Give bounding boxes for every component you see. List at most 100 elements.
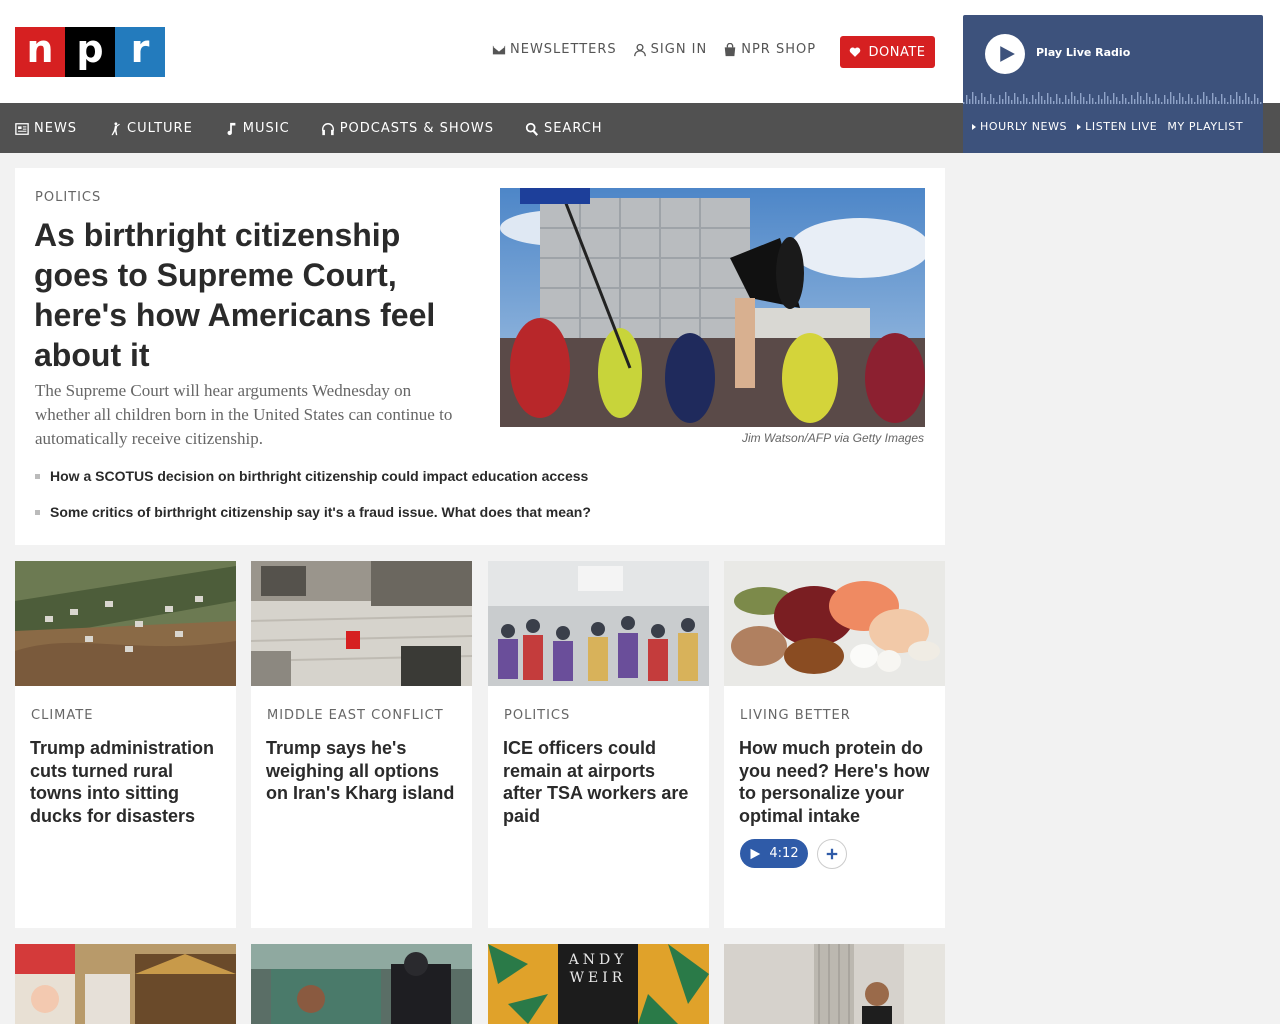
nav-news[interactable]: NEWS xyxy=(15,121,77,136)
sign-in-label: SIGN IN xyxy=(650,42,708,57)
waveform-bar xyxy=(1053,101,1055,104)
waveform-bar xyxy=(1086,101,1088,104)
story-image[interactable]: ANDY WEIR xyxy=(488,944,709,1024)
story-image[interactable] xyxy=(251,944,472,1024)
waveform-bar xyxy=(1011,100,1013,104)
waveform-bar xyxy=(1254,94,1256,104)
waveform-bar xyxy=(1071,92,1073,104)
main-nav: NEWS CULTURE MUSIC PODCASTS & SHOWS SEAR… xyxy=(0,103,963,153)
envelope-icon xyxy=(492,45,506,54)
nav-culture-label: CULTURE xyxy=(127,121,193,136)
sign-in-link[interactable]: SIGN IN xyxy=(633,42,708,57)
waveform-bar xyxy=(999,95,1001,104)
waveform-bar xyxy=(1164,95,1166,104)
waveform-bar xyxy=(1065,95,1067,104)
waveform-bar xyxy=(1038,92,1040,104)
waveform-bar xyxy=(963,102,965,104)
heart-icon xyxy=(850,47,861,57)
my-playlist-link[interactable]: MY PLAYLIST xyxy=(1167,120,1243,133)
waveform-bar xyxy=(1098,95,1100,104)
story-title[interactable]: Trump says he's weighing all options on … xyxy=(266,737,461,805)
waveform-bar xyxy=(1077,100,1079,104)
play-audio-button[interactable]: 4:12 xyxy=(740,839,808,868)
waveform-bar xyxy=(1194,102,1196,104)
waveform-bar xyxy=(1185,101,1187,104)
waveform-bar xyxy=(1167,99,1169,104)
waveform-bar xyxy=(1179,93,1181,104)
story-image[interactable] xyxy=(251,561,472,686)
waveform-bar xyxy=(1128,102,1130,104)
donate-button[interactable]: DONATE xyxy=(840,36,935,68)
add-to-playlist-button[interactable] xyxy=(817,839,847,869)
play-live-radio-button[interactable] xyxy=(985,34,1025,74)
story-slug[interactable]: POLITICS xyxy=(504,708,570,723)
story-slug[interactable]: MIDDLE EAST CONFLICT xyxy=(267,708,444,723)
story-title[interactable]: ICE officers could remain at airports af… xyxy=(503,737,698,827)
hourly-news-link[interactable]: HOURLY NEWS xyxy=(972,120,1067,133)
waveform-bar xyxy=(984,97,986,104)
story-image[interactable] xyxy=(488,561,709,686)
waveform-bar xyxy=(1056,94,1058,104)
shopping-bag-icon xyxy=(724,42,736,56)
waveform-bar xyxy=(966,95,968,104)
listen-live-link[interactable]: LISTEN LIVE xyxy=(1077,120,1157,133)
story-image[interactable] xyxy=(724,944,945,1024)
nav-search[interactable]: SEARCH xyxy=(525,121,603,136)
waveform-bar xyxy=(1242,100,1244,104)
waveform-bar xyxy=(1122,94,1124,104)
waveform-bar xyxy=(1104,92,1106,104)
music-note-icon xyxy=(227,122,236,135)
waveform-bar xyxy=(1236,92,1238,104)
dancer-icon xyxy=(111,121,120,135)
waveform-bar xyxy=(1002,99,1004,104)
story-image[interactable] xyxy=(15,561,236,686)
hourly-news-label: HOURLY NEWS xyxy=(980,120,1068,133)
waveform-bar xyxy=(1257,98,1259,104)
story-image[interactable] xyxy=(724,561,945,686)
waveform-bar xyxy=(1131,95,1133,104)
story-slug[interactable]: LIVING BETTER xyxy=(740,708,851,723)
waveform-bar xyxy=(1191,98,1193,104)
play-live-radio-label[interactable]: Play Live Radio xyxy=(1036,46,1130,59)
featured-headline[interactable]: As birthright citizenship goes to Suprem… xyxy=(34,215,454,375)
waveform-bar xyxy=(1251,101,1253,104)
related-link[interactable]: How a SCOTUS decision on birthright citi… xyxy=(35,468,591,484)
nav-news-label: NEWS xyxy=(34,121,78,136)
waveform-bar xyxy=(1203,92,1205,104)
waveform-bar xyxy=(1110,100,1112,104)
story-image[interactable] xyxy=(15,944,236,1024)
waveform-bar xyxy=(987,101,989,104)
featured-slug[interactable]: POLITICS xyxy=(35,190,101,205)
waveform-bar xyxy=(1197,95,1199,104)
related-link-text[interactable]: How a SCOTUS decision on birthright citi… xyxy=(50,468,588,484)
npr-shop-link[interactable]: NPR SHOP xyxy=(723,42,816,57)
waveform-bar xyxy=(1074,96,1076,104)
nav-culture[interactable]: CULTURE xyxy=(108,121,193,136)
svg-text:ANDY: ANDY xyxy=(568,952,628,968)
waveform-bar xyxy=(1095,102,1097,104)
audio-duration: 4:12 xyxy=(769,846,799,861)
featured-photo[interactable] xyxy=(500,188,925,427)
waveform-bar xyxy=(1137,92,1139,104)
newsletters-link[interactable]: NEWSLETTERS xyxy=(492,42,617,57)
waveform-bar xyxy=(1044,100,1046,104)
story-slug[interactable]: CLIMATE xyxy=(31,708,93,723)
waveform-bar xyxy=(1176,100,1178,104)
nav-music[interactable]: MUSIC xyxy=(224,121,290,136)
waveform-bar xyxy=(1155,94,1157,104)
play-triangle-icon xyxy=(972,123,976,130)
search-icon xyxy=(525,122,538,136)
related-link-text[interactable]: Some critics of birthright citizenship s… xyxy=(50,504,591,520)
story-card: POLITICS ICE officers could remain at ai… xyxy=(488,561,709,928)
story-title[interactable]: How much protein do you need? Here's how… xyxy=(739,737,934,827)
waveform-bar xyxy=(1062,102,1064,104)
story-title[interactable]: Trump administration cuts turned rural t… xyxy=(30,737,225,827)
waveform-bar xyxy=(1014,93,1016,104)
waveform-bar xyxy=(1092,98,1094,104)
npr-logo[interactable]: n p r xyxy=(15,27,165,77)
related-link[interactable]: Some critics of birthright citizenship s… xyxy=(35,504,591,520)
waveform-bar xyxy=(1035,99,1037,104)
waveform-bar xyxy=(1218,101,1220,104)
waveform-bar xyxy=(1059,98,1061,104)
nav-podcasts[interactable]: PODCASTS & SHOWS xyxy=(321,121,494,136)
